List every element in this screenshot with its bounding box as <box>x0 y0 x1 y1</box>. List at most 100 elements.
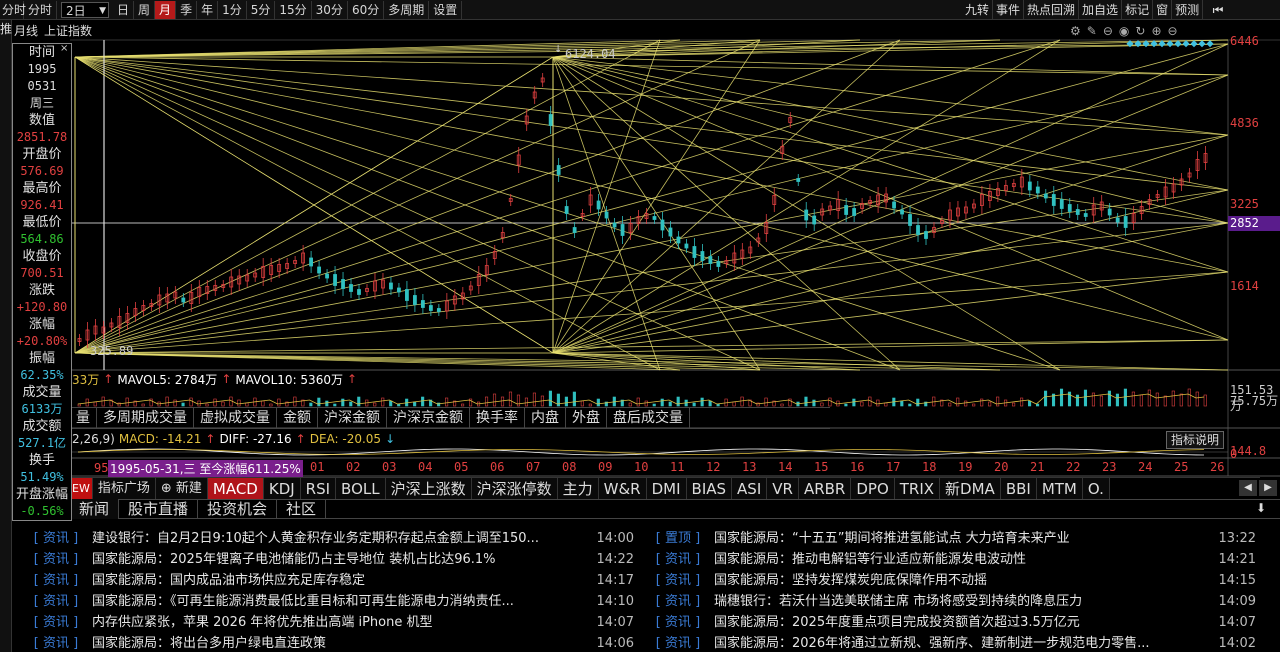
vol-indicator-tab-4[interactable]: 沪深金额 <box>318 408 387 428</box>
news-tab-1[interactable]: 股市直播 <box>119 499 199 519</box>
time-tick-6: 07 <box>526 460 541 474</box>
news-tag: [ 资讯 ] <box>33 573 79 588</box>
download-icon[interactable]: ⬇ <box>1256 501 1266 515</box>
news-list-right: [ 置顶 ] 国家能源局：“十五五”期间将推进氢能试点 大力培育未来产业 13:22… <box>642 528 1262 652</box>
indicator-tab-15[interactable]: 新DMA <box>940 477 1001 500</box>
time-axis: 95 1995-05-31,三 至今涨幅611.25% 01 02 03 04 05 06… <box>94 459 1225 477</box>
news-row[interactable]: [ 资讯 ] 瑞穗银行：若沃什当选美联储主席 市场将感受到持续的降息压力 14:09 <box>642 591 1262 612</box>
vol-indicator-tab-7[interactable]: 内盘 <box>525 408 566 428</box>
vol-indicator-tab-8[interactable]: 外盘 <box>566 408 607 428</box>
tab-scroll-left-icon[interactable]: ◀ <box>1239 480 1257 496</box>
indicator-explain-button[interactable]: 指标说明 <box>1166 431 1225 449</box>
create-indicator-button[interactable]: ⊕ 新建 <box>155 477 208 500</box>
indicator-tab-0[interactable]: MACD <box>207 477 264 500</box>
indicator-tab-18[interactable]: O. <box>1082 477 1110 500</box>
volume-indicator-tabs: 量多周期成交量 虚拟成交量 金额 沪深金额 沪深京金额 换手率 内盘 外盘 盘后成交量 <box>70 407 830 429</box>
news-row[interactable]: [ 资讯 ] 国家能源局：2026年将通过立新规、强新序、建新制进一步规范电力零售… <box>642 633 1262 652</box>
news-title[interactable]: 国家能源局：“十五五”期间将推进氢能试点 大力培育未来产业 <box>714 528 1202 549</box>
indicator-tab-11[interactable]: VR <box>767 477 799 500</box>
news-row[interactable]: [ 资讯 ] 国家能源局：将出台多用户绿电直连政策 14:06 <box>20 633 640 652</box>
indicator-tab-12[interactable]: ARBR <box>798 477 852 500</box>
news-row[interactable]: [ 资讯 ] 国家能源局：2025年度重点项目完成投资额首次超过3.5万亿元 14:… <box>642 612 1262 633</box>
vol-indicator-tab-0[interactable]: 量 <box>70 408 97 428</box>
indicator-tab-9[interactable]: BIAS <box>686 477 733 500</box>
news-tag: [ 资讯 ] <box>655 594 701 609</box>
vol-indicator-tab-1[interactable]: 多周期成交量 <box>97 408 194 428</box>
indicator-tab-5[interactable]: 沪深涨停数 <box>471 477 558 500</box>
close-icon[interactable]: × <box>60 44 70 54</box>
news-list-left: [ 资讯 ] 建设银行：自2月2日9:10起个人黄金积存业务定期积存起点金额上调至… <box>20 528 640 652</box>
info-label-12: 开盘涨幅 <box>15 487 68 502</box>
indicator-tab-7[interactable]: W&R <box>598 477 647 500</box>
news-title[interactable]: 国家能源局：2025年锂离子电池储能仍占主导地位 装机占比达96.1% <box>92 549 580 570</box>
info-value-10-0: 527.1亿 <box>17 436 67 450</box>
news-title[interactable]: 内存供应紧张，苹果 2026 年将优先推出高端 iPhone 机型 <box>92 612 580 633</box>
indicator-tab-1[interactable]: KDJ <box>263 477 301 500</box>
vol-indicator-tab-2[interactable]: 虚拟成交量 <box>194 408 277 428</box>
indicator-tab-17[interactable]: MTM <box>1036 477 1083 500</box>
time-tick-5: 06 <box>490 460 505 474</box>
time-tick-0: 01 <box>310 460 325 474</box>
vol-indicator-tab-5[interactable]: 沪深京金额 <box>387 408 470 428</box>
news-row[interactable]: [ 资讯 ] 国家能源局：坚持发挥煤炭兜底保障作用不动摇 14:15 <box>642 570 1262 591</box>
news-row[interactable]: [ 资讯 ] 内存供应紧张，苹果 2026 年将优先推出高端 iPhone 机型 1… <box>20 612 640 633</box>
indicator-tab-16[interactable]: BBI <box>1000 477 1037 500</box>
indicator-tab-8[interactable]: DMI <box>646 477 687 500</box>
news-title[interactable]: 国家能源局：《可再生能源消费最低比重目标和可再生能源电力消纳责任... <box>92 591 580 612</box>
news-title[interactable]: 国家能源局：国内成品油市场供应充足库存稳定 <box>92 570 580 591</box>
info-value-4-0: 564.86 <box>20 232 64 246</box>
news-row[interactable]: [ 资讯 ] 国家能源局：2025年锂离子电池储能仍占主导地位 装机占比达96.1… <box>20 549 640 570</box>
news-row[interactable]: [ 资讯 ] 国家能源局：推动电解铝等行业适应新能源发电波动性 14:21 <box>642 549 1262 570</box>
indicator-tab-10[interactable]: ASI <box>732 477 768 500</box>
news-row[interactable]: [ 资讯 ] 国家能源局：《可再生能源消费最低比重目标和可再生能源电力消纳责任..… <box>20 591 640 612</box>
macd-tick-zero: 0 <box>1230 447 1238 461</box>
time-tick-25: 26 <box>1210 460 1225 474</box>
indicator-tab-4[interactable]: 沪深上涨数 <box>385 477 472 500</box>
time-tick-14: 15 <box>814 460 829 474</box>
news-row[interactable]: [ 置顶 ] 国家能源局：“十五五”期间将推进氢能试点 大力培育未来产业 13:22 <box>642 528 1262 549</box>
news-tab-3[interactable]: 社区 <box>277 499 327 519</box>
news-time: 14:00 <box>596 531 634 546</box>
time-tick-8: 09 <box>598 460 613 474</box>
news-tag: [ 资讯 ] <box>655 615 701 630</box>
info-label-6: 涨跌 <box>28 283 55 298</box>
news-row[interactable]: [ 资讯 ] 建设银行：自2月2日9:10起个人黄金积存业务定期积存起点金额上调至… <box>20 528 640 549</box>
info-value-6-0: +120.80 <box>16 300 68 314</box>
vol-indicator-tab-3[interactable]: 金额 <box>277 408 318 428</box>
vol-indicator-tab-9[interactable]: 盘后成交量 <box>607 408 690 428</box>
news-title[interactable]: 国家能源局：2026年将通过立新规、强新序、建新制进一步规范电力零售... <box>714 633 1202 652</box>
indicator-tab-14[interactable]: TRIX <box>894 477 941 500</box>
current-price-badge: 2852 <box>1228 216 1280 231</box>
indicator-tab-3[interactable]: BOLL <box>336 477 386 500</box>
indicator-tab-2[interactable]: RSI <box>300 477 337 500</box>
indicator-tab-13[interactable]: DPO <box>851 477 895 500</box>
news-tab-0[interactable]: 新闻 <box>70 499 120 519</box>
indicator-square-button[interactable]: 指标广场 <box>92 477 156 500</box>
vol-indicator-tab-6[interactable]: 换手率 <box>470 408 525 428</box>
plus-icon: ⊕ <box>160 480 176 496</box>
macd-value: MACD: -14.21 <box>118 432 202 446</box>
time-tick-19: 20 <box>994 460 1009 474</box>
info-value-12-0: -0.56% <box>20 504 64 518</box>
news-row[interactable]: [ 资讯 ] 国家能源局：国内成品油市场供应充足库存稳定 14:17 <box>20 570 640 591</box>
indicator-tab-6[interactable]: 主力 <box>557 477 599 500</box>
news-title[interactable]: 国家能源局：推动电解铝等行业适应新能源发电波动性 <box>714 549 1202 570</box>
info-value-0-1: 0531 <box>27 79 57 93</box>
news-title[interactable]: 瑞穗银行：若沃什当选美联储主席 市场将感受到持续的降息压力 <box>714 591 1202 612</box>
news-tag: [ 资讯 ] <box>33 552 79 567</box>
news-tag: [ 资讯 ] <box>655 636 701 651</box>
info-value-5-0: 700.51 <box>20 266 64 280</box>
tab-scroll-right-icon[interactable]: ▶ <box>1259 480 1277 496</box>
time-tick-18: 19 <box>958 460 973 474</box>
news-title[interactable]: 国家能源局：坚持发挥煤炭兜底保障作用不动摇 <box>714 570 1202 591</box>
news-tab-2[interactable]: 投资机会 <box>198 499 278 519</box>
news-title[interactable]: 建设银行：自2月2日9:10起个人黄金积存业务定期积存起点金额上调至150... <box>92 528 580 549</box>
y-tick-4836: 4836 <box>1230 116 1259 130</box>
time-tick-21: 22 <box>1066 460 1081 474</box>
info-label-4: 最低价 <box>22 215 62 230</box>
news-title[interactable]: 国家能源局：2025年度重点项目完成投资额首次超过3.5万亿元 <box>714 612 1202 633</box>
info-label-2: 开盘价 <box>22 147 62 162</box>
news-title[interactable]: 国家能源局：将出台多用户绿电直连政策 <box>92 633 580 652</box>
info-value-2-0: 576.69 <box>20 164 64 178</box>
time-tick-3: 04 <box>418 460 433 474</box>
